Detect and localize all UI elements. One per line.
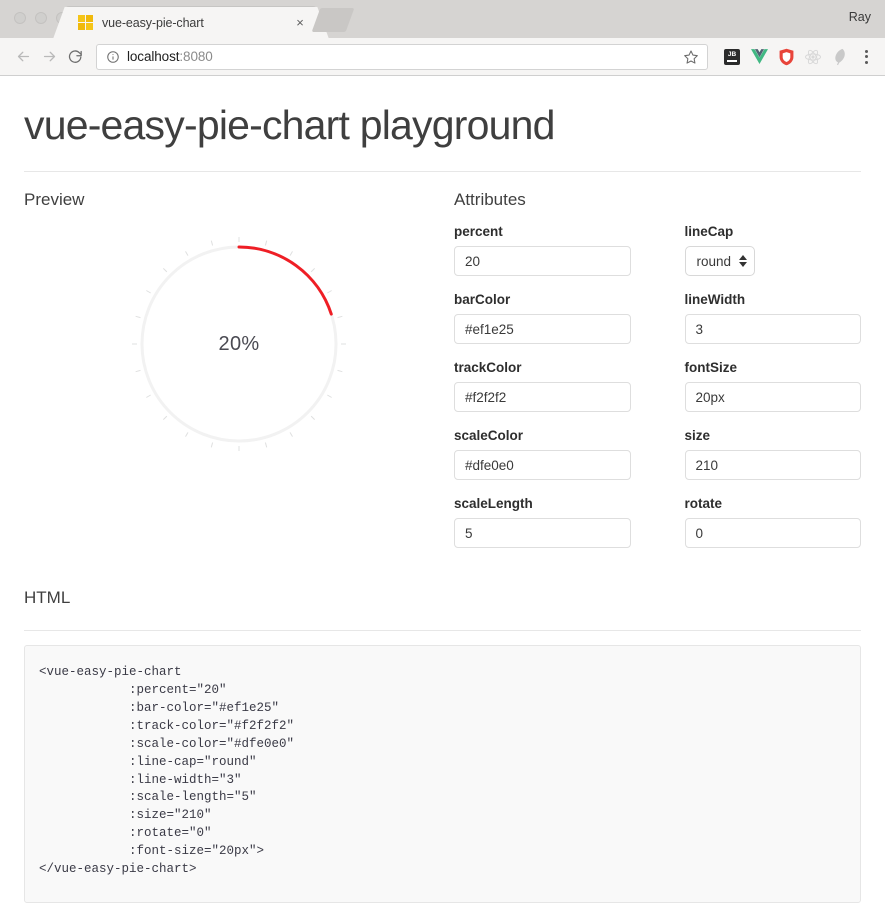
label-lineCap: lineCap — [685, 224, 862, 239]
field-barColor: barColor — [454, 292, 631, 344]
url-host: localhost — [127, 49, 179, 64]
star-icon[interactable] — [683, 49, 699, 65]
browser-menu-button[interactable] — [857, 50, 875, 64]
code-block: <vue-easy-pie-chart :percent="20" :bar-c… — [24, 645, 861, 903]
title-divider — [24, 171, 861, 172]
back-button[interactable] — [10, 44, 36, 70]
forward-button[interactable] — [36, 44, 62, 70]
url-port: :8080 — [179, 49, 212, 64]
lineWidth-input[interactable] — [685, 314, 862, 344]
field-scaleColor: scaleColor — [454, 428, 631, 480]
lineCap-value: round — [697, 254, 732, 269]
minimize-window-button[interactable] — [35, 12, 47, 24]
vue-easy-pie-chart-favicon — [78, 15, 93, 30]
label-lineWidth: lineWidth — [685, 292, 862, 307]
field-lineCap: lineCap round — [685, 224, 862, 276]
tab-title: vue-easy-pie-chart — [102, 16, 292, 30]
field-scaleLength: scaleLength — [454, 496, 631, 548]
browser-window: vue-easy-pie-chart × Ray localhost:8080 … — [0, 0, 885, 916]
label-fontSize: fontSize — [685, 360, 862, 375]
label-size: size — [685, 428, 862, 443]
percent-input[interactable] — [454, 246, 631, 276]
preview-column: Preview 20% — [24, 190, 454, 564]
label-percent: percent — [454, 224, 631, 239]
code-text: <vue-easy-pie-chart :percent="20" :bar-c… — [39, 664, 846, 879]
html-label: HTML — [24, 588, 861, 608]
feather-extension-icon[interactable] — [829, 46, 851, 68]
attributes-column: Attributes percent lineCap round — [454, 190, 861, 564]
pie-center-label: 20% — [123, 228, 355, 460]
html-divider — [24, 630, 861, 631]
browser-toolbar: localhost:8080 JB — [0, 38, 885, 76]
scaleLength-input[interactable] — [454, 518, 631, 548]
label-barColor: barColor — [454, 292, 631, 307]
reload-button[interactable] — [62, 44, 88, 70]
barColor-input[interactable] — [454, 314, 631, 344]
field-size: size — [685, 428, 862, 480]
url-text: localhost:8080 — [127, 49, 683, 64]
label-scaleLength: scaleLength — [454, 496, 631, 511]
field-lineWidth: lineWidth — [685, 292, 862, 344]
label-trackColor: trackColor — [454, 360, 631, 375]
shield-privacy-extension-icon[interactable] — [775, 46, 797, 68]
field-fontSize: fontSize — [685, 360, 862, 412]
close-tab-icon[interactable]: × — [292, 15, 308, 31]
rotate-input[interactable] — [685, 518, 862, 548]
size-input[interactable] — [685, 450, 862, 480]
label-scaleColor: scaleColor — [454, 428, 631, 443]
browser-tab[interactable]: vue-easy-pie-chart × — [66, 7, 316, 38]
jb-badge: JB — [724, 49, 740, 65]
new-tab-button[interactable] — [312, 8, 355, 32]
page-title: vue-easy-pie-chart playground — [24, 102, 861, 149]
page-content: vue-easy-pie-chart playground Preview 20… — [0, 76, 885, 916]
preview-area: 20% — [24, 224, 454, 460]
site-information-icon[interactable] — [106, 50, 120, 64]
react-devtools-extension-icon[interactable] — [802, 46, 824, 68]
pie-chart: 20% — [123, 228, 355, 460]
tab-strip: vue-easy-pie-chart × Ray — [0, 0, 885, 38]
chevron-updown-icon — [739, 255, 747, 267]
lineCap-select[interactable]: round — [685, 246, 756, 276]
scaleColor-input[interactable] — [454, 450, 631, 480]
main-columns: Preview 20% Attributes — [24, 190, 861, 564]
field-trackColor: trackColor — [454, 360, 631, 412]
vue-devtools-extension-icon[interactable] — [748, 46, 770, 68]
field-percent: percent — [454, 224, 631, 276]
attributes-label: Attributes — [454, 190, 861, 210]
trackColor-input[interactable] — [454, 382, 631, 412]
preview-label: Preview — [24, 190, 454, 210]
label-rotate: rotate — [685, 496, 862, 511]
profile-name[interactable]: Ray — [849, 10, 871, 24]
close-window-button[interactable] — [14, 12, 26, 24]
field-rotate: rotate — [685, 496, 862, 548]
html-section: HTML <vue-easy-pie-chart :percent="20" :… — [24, 588, 861, 903]
attributes-grid: percent lineCap round barColor — [454, 224, 861, 564]
fontSize-input[interactable] — [685, 382, 862, 412]
jetbrains-toolbox-extension-icon[interactable]: JB — [721, 46, 743, 68]
address-bar[interactable]: localhost:8080 — [96, 44, 708, 70]
